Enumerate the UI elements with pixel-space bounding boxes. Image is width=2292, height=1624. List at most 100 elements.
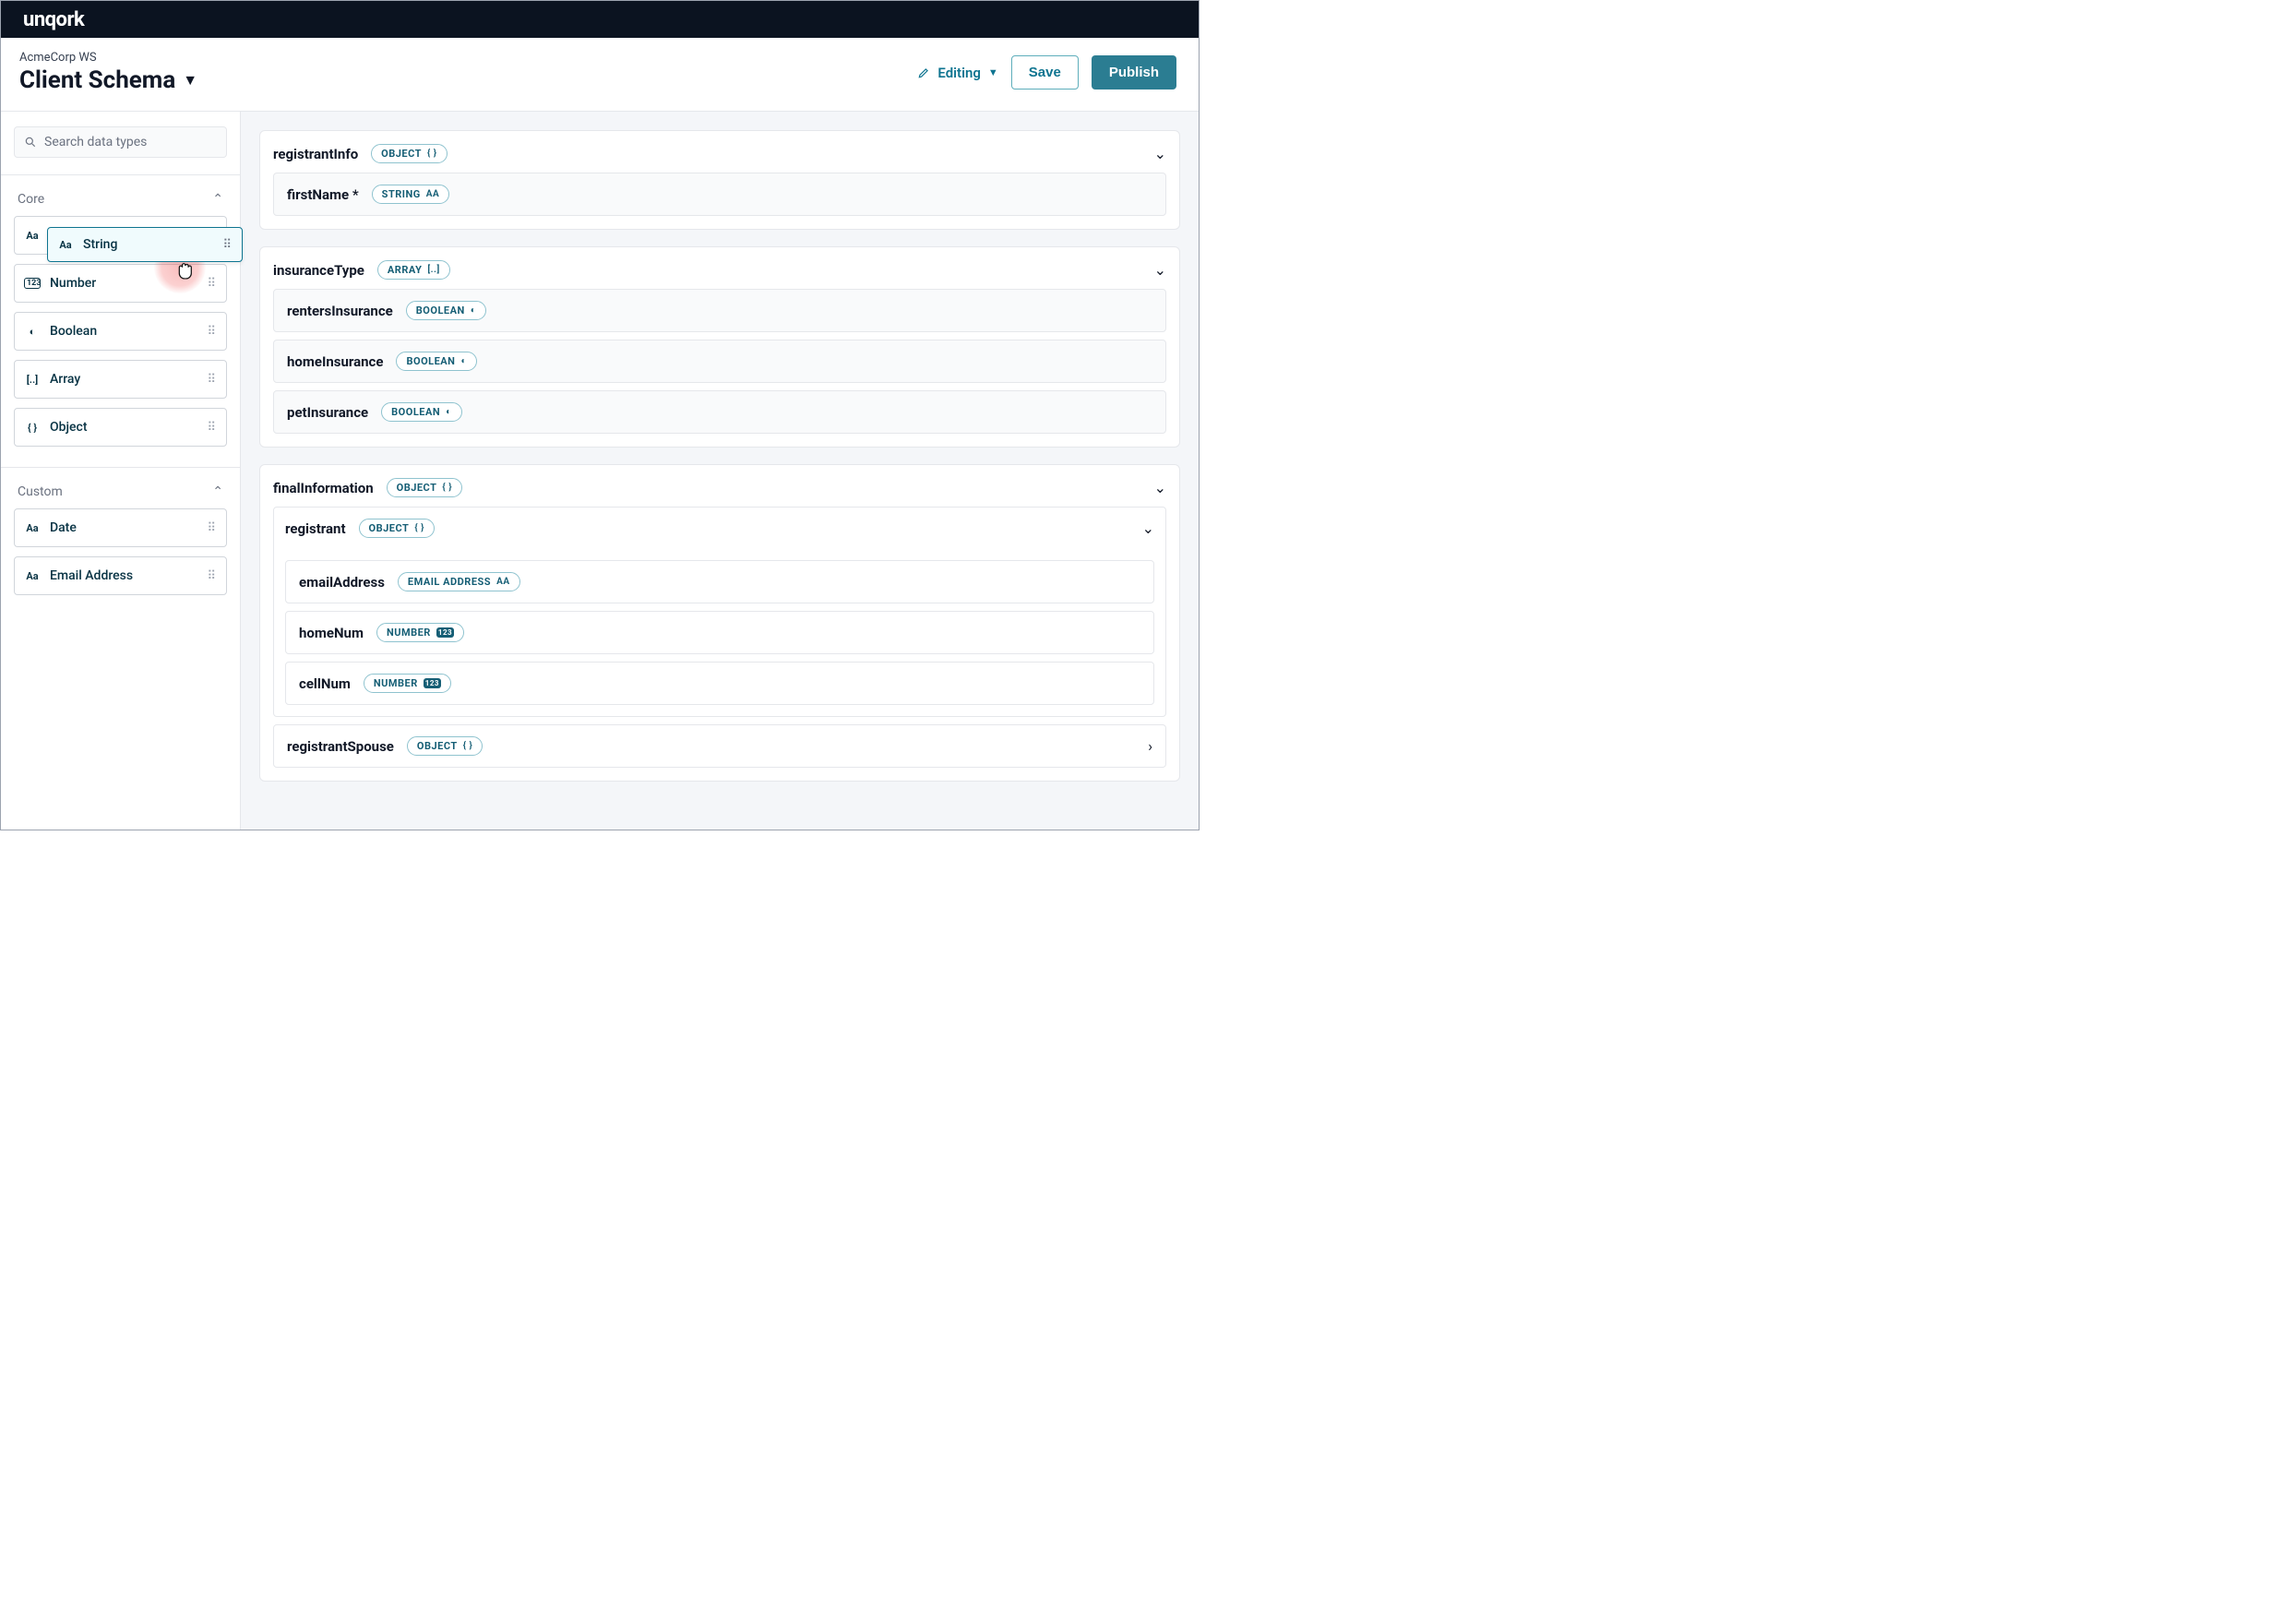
- chevron-up-icon: ⌃: [212, 192, 223, 207]
- drag-handle-icon[interactable]: ⠿: [207, 325, 217, 339]
- type-label: Date: [50, 520, 77, 535]
- field-name: rentersInsurance: [287, 303, 393, 319]
- field-name: firstName *: [287, 186, 359, 203]
- schema-node-registrantinfo[interactable]: registrantInfo OBJECT { } ⌄ firstName * …: [259, 130, 1180, 230]
- type-item-date[interactable]: Aa Date ⠿: [14, 508, 227, 547]
- schema-node-insurancetype[interactable]: insuranceType ARRAY [..] ⌄ rentersInsura…: [259, 246, 1180, 448]
- section-header-core[interactable]: Core ⌃: [18, 192, 223, 207]
- page-header: AcmeCorp WS Client Schema ▼ Editing ▼ Sa…: [1, 38, 1199, 112]
- schema-node-cellnum[interactable]: cellNum NUMBER 123: [285, 662, 1154, 705]
- caret-down-icon: ▼: [183, 71, 197, 90]
- number-icon: 123: [424, 678, 441, 688]
- search-icon: [24, 136, 37, 149]
- section-title: Custom: [18, 484, 63, 499]
- type-label: Object: [50, 420, 88, 435]
- publish-button[interactable]: Publish: [1092, 55, 1176, 90]
- schema-node-homeinsurance[interactable]: homeInsurance BOOLEAN ◐: [273, 340, 1166, 383]
- drag-handle-icon[interactable]: ⠿: [207, 277, 217, 291]
- array-icon: [..]: [427, 265, 439, 275]
- type-item-boolean[interactable]: ◐ Boolean ⠿: [14, 312, 227, 351]
- badge-label: NUMBER: [374, 677, 418, 689]
- badge-label: BOOLEAN: [391, 406, 440, 418]
- schema-node-petinsurance[interactable]: petInsurance BOOLEAN ◐: [273, 390, 1166, 434]
- type-label: Number: [50, 276, 96, 291]
- type-badge-object: OBJECT { }: [359, 519, 435, 538]
- badge-label: OBJECT: [381, 148, 422, 160]
- string-icon: Aa: [24, 522, 41, 534]
- type-item-object[interactable]: { } Object ⠿: [14, 408, 227, 447]
- schema-node-rentersinsurance[interactable]: rentersInsurance BOOLEAN ◐: [273, 289, 1166, 332]
- schema-node-homenum[interactable]: homeNum NUMBER 123: [285, 611, 1154, 654]
- section-title: Core: [18, 192, 44, 207]
- chevron-down-icon[interactable]: ⌄: [1154, 479, 1166, 496]
- editing-mode-label: Editing: [937, 65, 981, 81]
- type-item-email-address[interactable]: Aa Email Address ⠿: [14, 556, 227, 595]
- drag-handle-icon[interactable]: ⠿: [207, 421, 217, 435]
- section-header-custom[interactable]: Custom ⌃: [18, 484, 223, 499]
- string-icon: Aa: [24, 570, 41, 582]
- section-list-core: Aa String ⠿ Aa String ⠿ 123 Number: [14, 216, 227, 447]
- boolean-icon: ◐: [446, 407, 452, 417]
- field-name: homeInsurance: [287, 353, 383, 370]
- string-icon: Aa: [496, 577, 509, 587]
- badge-label: ARRAY: [388, 264, 422, 276]
- type-badge-email: EMAIL ADDRESS Aa: [398, 572, 520, 591]
- type-badge-string: STRING Aa: [372, 185, 450, 204]
- type-label: Array: [50, 372, 80, 387]
- badge-label: OBJECT: [369, 522, 410, 534]
- editing-mode-dropdown[interactable]: Editing ▼: [917, 65, 997, 81]
- field-name: insuranceType: [273, 262, 364, 279]
- object-icon: { }: [427, 149, 437, 159]
- type-item-array[interactable]: [..] Array ⠿: [14, 360, 227, 399]
- string-icon: Aa: [57, 239, 74, 251]
- badge-label: BOOLEAN: [416, 304, 465, 316]
- chevron-right-icon[interactable]: ›: [1148, 737, 1152, 755]
- drag-handle-icon[interactable]: ⠿: [207, 569, 217, 583]
- type-badge-array: ARRAY [..]: [377, 260, 450, 280]
- page-title-text: Client Schema: [19, 66, 175, 94]
- field-name: registrantInfo: [273, 146, 358, 162]
- number-icon: 123: [24, 278, 41, 289]
- chevron-down-icon[interactable]: ⌄: [1142, 519, 1154, 537]
- drag-handle-icon[interactable]: ⠿: [207, 373, 217, 387]
- section-list-custom: Aa Date ⠿ Aa Email Address ⠿: [14, 508, 227, 595]
- type-badge-object: OBJECT { }: [371, 144, 447, 163]
- schema-node-emailaddress[interactable]: emailAddress EMAIL ADDRESS Aa: [285, 560, 1154, 603]
- type-item-string-dragging[interactable]: Aa String ⠿: [47, 227, 243, 262]
- field-name: homeNum: [299, 625, 364, 641]
- chevron-down-icon[interactable]: ⌄: [1154, 145, 1166, 162]
- field-name: emailAddress: [299, 574, 385, 591]
- drag-handle-icon[interactable]: ⠿: [222, 238, 233, 252]
- schema-canvas: registrantInfo OBJECT { } ⌄ firstName * …: [241, 112, 1199, 830]
- page-title[interactable]: Client Schema ▼: [19, 66, 197, 94]
- badge-label: STRING: [382, 188, 421, 200]
- search-input[interactable]: Search data types: [14, 126, 227, 158]
- boolean-icon: ◐: [471, 305, 477, 316]
- brand-logo: unqork: [23, 8, 84, 31]
- type-badge-boolean: BOOLEAN ◐: [396, 352, 477, 371]
- schema-node-registrant[interactable]: registrant OBJECT { } ⌄ emailAddress: [273, 507, 1166, 717]
- badge-label: OBJECT: [397, 482, 437, 494]
- chevron-down-icon[interactable]: ⌄: [1154, 261, 1166, 279]
- object-icon: { }: [442, 483, 452, 493]
- brand-bar: unqork: [1, 1, 1199, 38]
- type-item-number[interactable]: 123 Number ⠿: [14, 264, 227, 303]
- breadcrumb[interactable]: AcmeCorp WS: [19, 51, 197, 65]
- string-icon: Aa: [426, 189, 439, 199]
- drag-handle-icon[interactable]: ⠿: [207, 521, 217, 535]
- type-badge-boolean: BOOLEAN ◐: [406, 301, 487, 320]
- field-name: cellNum: [299, 675, 351, 692]
- save-button[interactable]: Save: [1011, 55, 1079, 90]
- sidebar: Search data types Core ⌃ Aa String ⠿ Aa: [1, 112, 241, 830]
- divider: [1, 467, 240, 468]
- type-badge-object: OBJECT { }: [407, 736, 483, 756]
- badge-label: EMAIL ADDRESS: [408, 576, 491, 588]
- search-placeholder: Search data types: [44, 135, 147, 149]
- schema-node-finalinformation[interactable]: finalInformation OBJECT { } ⌄ registrant…: [259, 464, 1180, 782]
- field-name: registrant: [285, 520, 346, 537]
- schema-node-firstname[interactable]: firstName * STRING Aa: [273, 173, 1166, 216]
- type-label: Email Address: [50, 568, 133, 583]
- schema-node-registrantspouse[interactable]: registrantSpouse OBJECT { } ›: [273, 724, 1166, 768]
- divider: [1, 174, 240, 175]
- badge-label: NUMBER: [387, 627, 431, 639]
